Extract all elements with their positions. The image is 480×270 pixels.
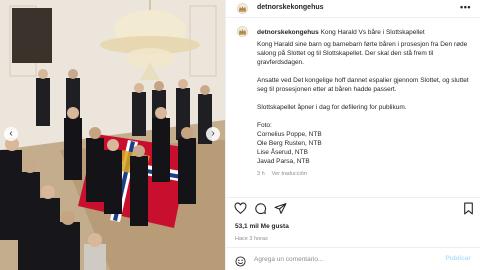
caption-paragraph: Ansatte ved Det kongelige hoff dannet es… (257, 77, 469, 93)
credit-line: Foto: (257, 122, 272, 129)
emoji-icon (235, 256, 246, 267)
carousel-prev-button[interactable]: ‹ (4, 127, 18, 141)
crown-icon (238, 28, 247, 35)
action-bar (226, 197, 480, 216)
post-photo[interactable]: ‹ › (0, 0, 225, 270)
credit-line: Javad Parsa, NTB (257, 158, 310, 165)
caption-paragraph: Kong Harald sine barn og barnebarn førte… (257, 41, 468, 66)
post-header: detnorskekongehus ••• (226, 0, 480, 18)
comment-button[interactable] (254, 202, 268, 216)
caption-username[interactable]: detnorskekongehus (257, 29, 319, 36)
see-translation-link[interactable]: Ver traducción (272, 170, 307, 179)
share-button[interactable] (274, 202, 288, 216)
caption-meta: 3 h Ver traducción (257, 170, 472, 179)
save-button[interactable] (462, 202, 476, 216)
procession-photo (0, 0, 225, 270)
photo-credits: Foto: Cornelius Poppe, NTB Ole Berg Rust… (257, 121, 472, 166)
credit-line: Cornelius Poppe, NTB (257, 131, 322, 138)
caption-header: detnorskekongehus Kong Harald Vs båre i … (237, 26, 477, 38)
like-button[interactable] (234, 202, 248, 216)
carousel-next-button[interactable]: › (206, 127, 220, 141)
bookmark-icon (464, 202, 473, 215)
emoji-button[interactable] (235, 254, 246, 267)
chevron-right-icon: › (211, 128, 215, 139)
publish-button[interactable]: Publicar (445, 255, 471, 262)
caption-avatar[interactable] (237, 26, 248, 37)
comment-input[interactable] (254, 253, 434, 265)
share-icon (274, 203, 287, 214)
caption-headline-line: detnorskekongehus Kong Harald Vs båre i … (257, 28, 425, 37)
comment-icon (255, 203, 267, 215)
caption-headline: Kong Harald Vs båre i Slottskapellet (320, 29, 425, 36)
credit-line: Ole Berg Rusten, NTB (257, 140, 322, 147)
crown-icon (238, 5, 247, 12)
post-side-panel: detnorskekongehus ••• detnorskekongehus … (225, 0, 480, 270)
more-options-button[interactable]: ••• (460, 2, 471, 12)
account-avatar[interactable] (237, 3, 248, 14)
heart-icon (234, 202, 247, 215)
caption-body: Kong Harald sine barn og barnebarn førte… (257, 40, 472, 179)
header-username[interactable]: detnorskekongehus (257, 4, 324, 11)
chevron-left-icon: ‹ (9, 128, 13, 139)
comment-composer: Publicar (226, 247, 480, 270)
post-age: 3 h (257, 171, 265, 177)
post-timestamp: Hace 3 horas (235, 236, 268, 242)
likes-count[interactable]: 53,1 mil Me gusta (235, 223, 289, 230)
credit-line: Lise Åserud, NTB (257, 149, 308, 156)
post-caption: detnorskekongehus Kong Harald Vs båre i … (237, 26, 477, 177)
caption-paragraph: Slottskapellet åpner i dag for defilerin… (257, 104, 407, 111)
